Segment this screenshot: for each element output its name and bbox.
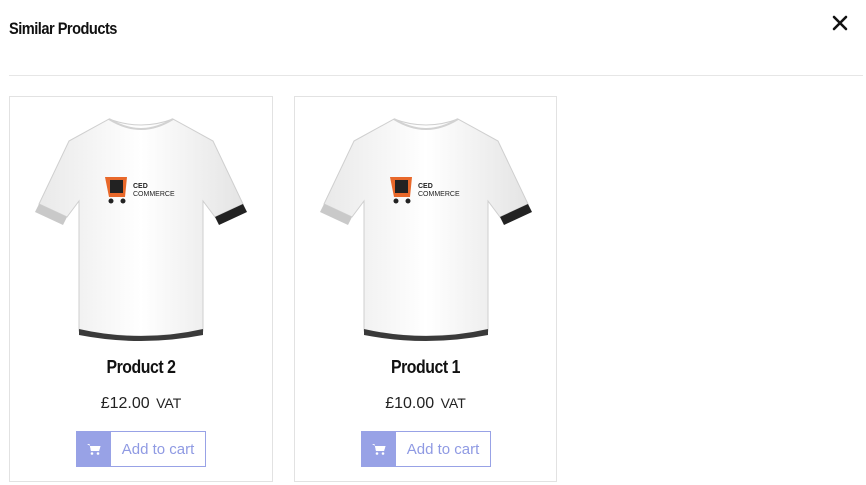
- add-to-cart-button[interactable]: Add to cart: [76, 431, 206, 467]
- tax-label: VAT: [156, 395, 182, 411]
- product-price: £10.00 VAT: [295, 395, 556, 413]
- modal-title: Similar Products: [9, 19, 117, 38]
- product-image[interactable]: CED COMMERCE: [310, 109, 542, 341]
- add-to-cart-button[interactable]: Add to cart: [361, 431, 491, 467]
- add-to-cart-label: Add to cart: [406, 440, 480, 458]
- add-to-cart-label: Add to cart: [121, 440, 195, 458]
- svg-text:CED: CED: [133, 183, 148, 190]
- tax-label: VAT: [440, 395, 466, 411]
- product-card: CED COMMERCE Product 1 £10.00 VAT Add to…: [294, 96, 557, 482]
- close-button[interactable]: [829, 12, 851, 34]
- product-name[interactable]: Product 1: [311, 357, 541, 378]
- svg-text:CED: CED: [418, 183, 433, 190]
- price-value: £12.00: [100, 395, 150, 412]
- close-icon: [832, 15, 848, 31]
- product-name[interactable]: Product 2: [26, 357, 257, 378]
- product-price: £12.00 VAT: [10, 395, 272, 413]
- cart-icon: [372, 444, 386, 455]
- svg-text:COMMERCE: COMMERCE: [133, 191, 175, 198]
- svg-text:COMMERCE: COMMERCE: [418, 191, 460, 198]
- cart-icon-box: [362, 432, 396, 466]
- product-image[interactable]: CED COMMERCE: [25, 109, 257, 341]
- cart-icon: [87, 444, 101, 455]
- price-value: £10.00: [385, 395, 435, 412]
- cart-icon-box: [77, 432, 111, 466]
- header-divider: [9, 75, 863, 76]
- product-card: CED COMMERCE Product 2 £12.00 VAT Add to…: [9, 96, 273, 482]
